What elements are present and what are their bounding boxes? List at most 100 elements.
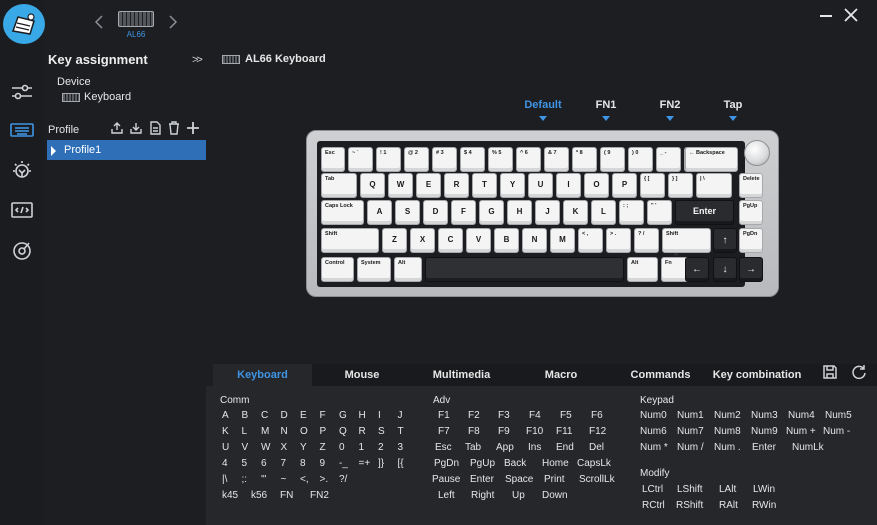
palette-key-adv[interactable]: ScrollLk [579, 474, 615, 485]
key[interactable]: V [466, 228, 491, 253]
key[interactable]: S [395, 200, 420, 225]
palette-key-keypad[interactable]: Num - [823, 426, 850, 437]
key[interactable]: E [416, 173, 441, 198]
palette-key-comm[interactable]: E [300, 410, 307, 421]
key[interactable]: Tab [321, 173, 357, 198]
layer-fn1[interactable]: FN1 [581, 99, 631, 121]
palette-key-comm[interactable]: 8 [300, 458, 306, 469]
key[interactable]: ! 1 [376, 147, 401, 172]
palette-key-adv[interactable]: F11 [556, 426, 573, 437]
palette-key-comm[interactable]: L [242, 426, 248, 437]
palette-key-keypad[interactable]: Num . [714, 442, 741, 453]
key[interactable]: ( 9 [600, 147, 625, 172]
key[interactable]: G [479, 200, 504, 225]
palette-key-adv[interactable]: F9 [498, 426, 510, 437]
tab-multimedia[interactable]: Multimedia [412, 364, 511, 386]
palette-key-adv[interactable]: F1 [438, 410, 450, 421]
key[interactable]: M [550, 228, 575, 253]
palette-key-keypad[interactable]: Num5 [825, 410, 852, 421]
key[interactable]: " ' [647, 200, 672, 225]
palette-key-keypad[interactable]: Num + [786, 426, 816, 437]
palette-key-comm[interactable]: G [339, 410, 347, 421]
palette-key-adv[interactable]: Right [471, 490, 494, 501]
palette-key-comm[interactable]: O [300, 426, 308, 437]
palette-key-comm[interactable]: F [320, 410, 326, 421]
palette-key-keypad[interactable]: Num8 [714, 426, 741, 437]
palette-key-modify[interactable]: RAlt [719, 500, 738, 511]
palette-key-modify[interactable]: LCtrl [642, 484, 663, 495]
palette-key-adv[interactable]: F6 [591, 410, 603, 421]
key[interactable]: W [388, 173, 413, 198]
key[interactable]: B [494, 228, 519, 253]
key[interactable]: Z [382, 228, 407, 253]
palette-key-comm[interactable]: -_ [339, 458, 348, 469]
palette-key-adv[interactable]: Space [505, 474, 533, 485]
delete-icon[interactable] [167, 121, 181, 135]
export-icon[interactable] [110, 121, 124, 135]
palette-key-comm[interactable]: Q [339, 426, 347, 437]
volume-knob[interactable] [744, 140, 770, 166]
palette-key-adv[interactable]: Down [542, 490, 568, 501]
settings-sliders-icon[interactable] [6, 78, 38, 106]
palette-key-modify[interactable]: LShift [677, 484, 703, 495]
key[interactable]: @ 2 [404, 147, 429, 172]
key[interactable]: D [423, 200, 448, 225]
palette-key-comm[interactable]: R [359, 426, 366, 437]
palette-key-adv[interactable]: F10 [526, 426, 543, 437]
palette-key-adv[interactable]: Print [544, 474, 565, 485]
palette-key-comm[interactable]: FN [280, 490, 293, 501]
palette-key-adv[interactable]: Esc [435, 442, 452, 453]
palette-key-comm[interactable]: k56 [251, 490, 267, 501]
key[interactable]: _ - [656, 147, 681, 172]
key[interactable]: N [522, 228, 547, 253]
palette-key-modify[interactable]: LAlt [719, 484, 736, 495]
palette-key-adv[interactable]: App [496, 442, 514, 453]
copy-icon[interactable] [148, 121, 162, 135]
palette-key-comm[interactable]: J [398, 410, 403, 421]
palette-key-comm[interactable]: K [222, 426, 229, 437]
palette-key-comm[interactable]: H [359, 410, 366, 421]
palette-key-modify[interactable]: RCtrl [642, 500, 665, 511]
key[interactable]: $ 4 [460, 147, 485, 172]
palette-key-comm[interactable]: 7 [281, 458, 287, 469]
key[interactable]: # 3 [432, 147, 457, 172]
palette-key-adv[interactable]: Up [512, 490, 525, 501]
key[interactable]: O [584, 173, 609, 198]
previous-device-icon[interactable] [93, 14, 105, 30]
palette-key-keypad[interactable]: Num1 [677, 410, 704, 421]
palette-key-comm[interactable]: <, [300, 474, 309, 485]
palette-key-comm[interactable]: M [261, 426, 269, 437]
palette-key-keypad[interactable]: Enter [752, 442, 776, 453]
palette-key-adv[interactable]: F2 [468, 410, 480, 421]
palette-key-comm[interactable]: W [261, 442, 270, 453]
key[interactable]: Alt [394, 257, 422, 282]
palette-key-comm[interactable]: N [281, 426, 288, 437]
palette-key-comm[interactable]: S [378, 426, 385, 437]
palette-key-comm[interactable]: =+ [359, 458, 371, 469]
next-device-icon[interactable] [167, 14, 179, 30]
palette-key-comm[interactable]: FN2 [310, 490, 329, 501]
palette-key-adv[interactable]: F3 [498, 410, 510, 421]
macro-code-icon[interactable] [6, 196, 38, 224]
key[interactable]: C [438, 228, 463, 253]
key[interactable]: PgDn [739, 228, 763, 253]
palette-key-adv[interactable]: End [556, 442, 574, 453]
palette-key-comm[interactable]: 4 [222, 458, 228, 469]
key[interactable]: I [556, 173, 581, 198]
tab-macro[interactable]: Macro [511, 364, 611, 386]
palette-key-adv[interactable]: Back [504, 458, 526, 469]
palette-key-comm[interactable]: ~ [281, 474, 287, 485]
palette-key-adv[interactable]: F5 [560, 410, 572, 421]
palette-key-comm[interactable]: |\ [222, 474, 227, 485]
key[interactable]: ← [685, 257, 709, 282]
palette-key-keypad[interactable]: NumLk [792, 442, 824, 453]
palette-key-comm[interactable]: >. [320, 474, 329, 485]
key[interactable]: ? / [634, 228, 659, 253]
save-icon[interactable] [822, 364, 838, 380]
palette-key-comm[interactable]: [{ [398, 458, 404, 469]
palette-key-adv[interactable]: Tab [465, 442, 481, 453]
key[interactable]: & 7 [544, 147, 569, 172]
palette-key-comm[interactable]: V [242, 442, 249, 453]
tab-mouse[interactable]: Mouse [312, 364, 412, 386]
palette-key-keypad[interactable]: Num2 [714, 410, 741, 421]
